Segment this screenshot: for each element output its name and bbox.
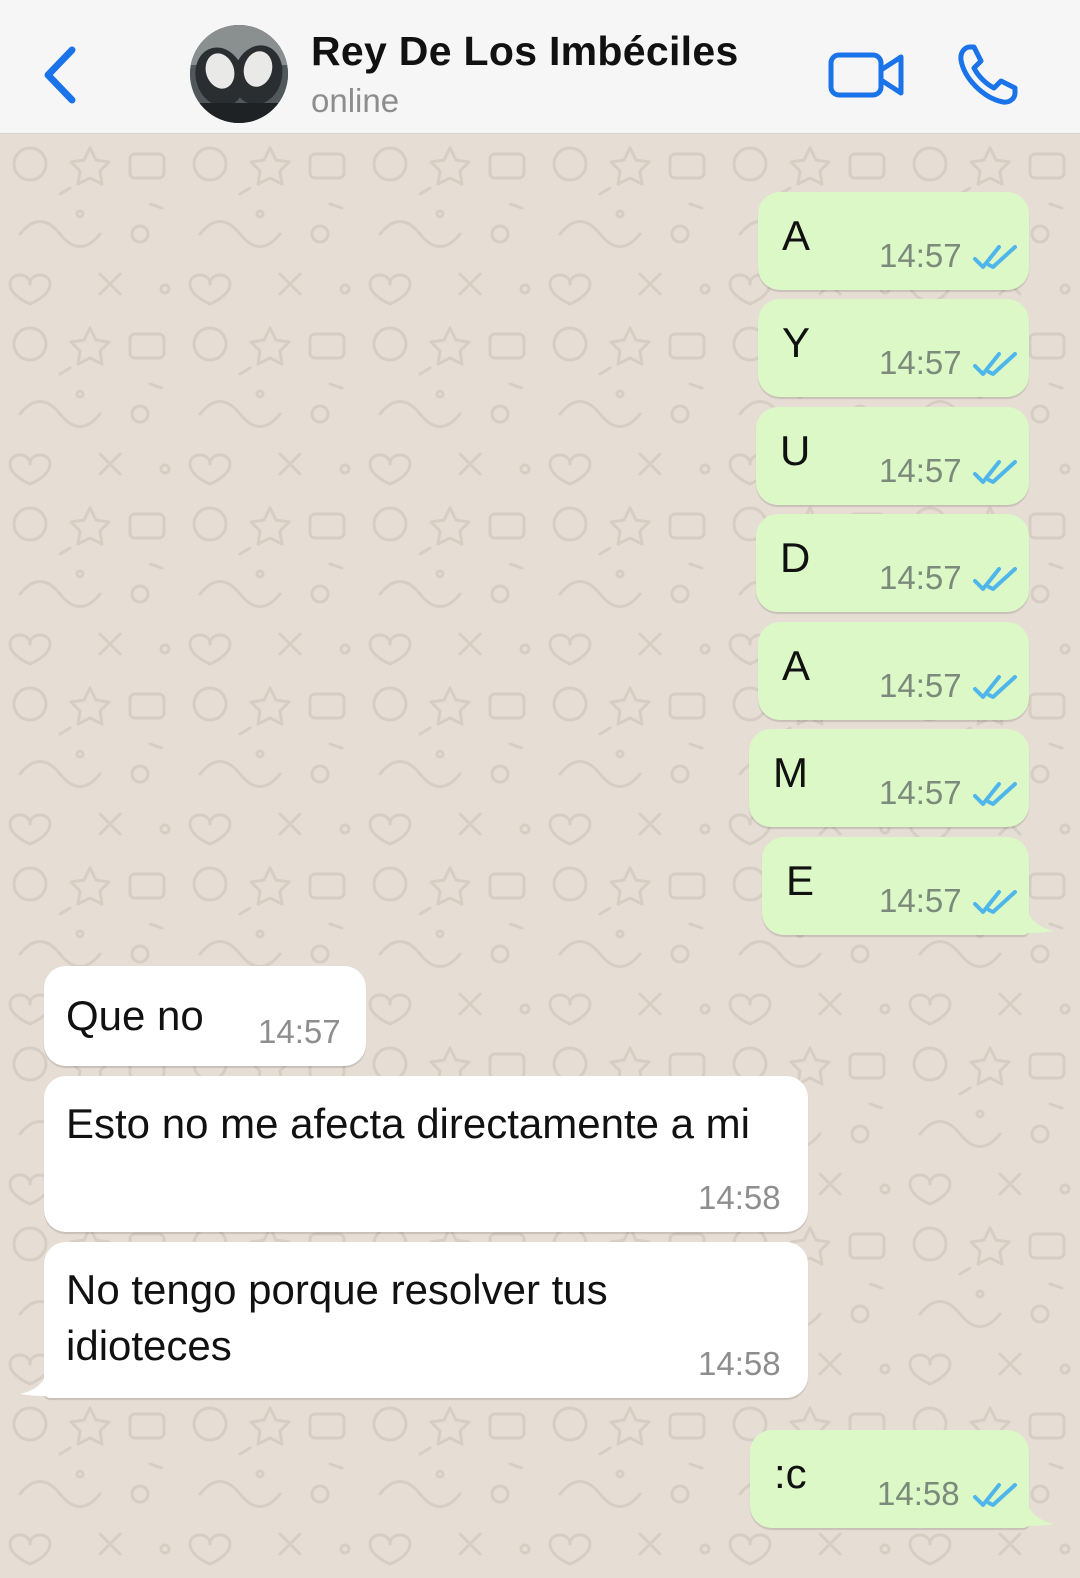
message-bubble-incoming[interactable]: No tengo porque resolver tus idioteces 1… <box>44 1242 808 1398</box>
video-call-button[interactable] <box>828 46 906 104</box>
message-bubble-outgoing[interactable]: D 14:57 <box>756 514 1029 612</box>
read-ticks-icon <box>973 460 1017 484</box>
bubble-tail <box>20 1366 50 1396</box>
read-ticks-icon <box>973 567 1017 591</box>
avatar-photo <box>190 25 288 123</box>
read-ticks-icon <box>973 245 1017 269</box>
message-time: 14:57 <box>879 237 962 274</box>
message-text: U <box>780 427 811 474</box>
bubble-tail <box>1024 903 1054 933</box>
read-ticks-icon <box>973 352 1017 376</box>
message-bubble-incoming[interactable]: Que no 14:57 <box>44 966 366 1066</box>
read-ticks-icon <box>973 782 1017 806</box>
message-time: 14:57 <box>879 559 962 596</box>
bubble-tail <box>1024 1496 1054 1526</box>
message-time: 14:57 <box>879 667 962 704</box>
message-text: Que no <box>66 992 204 1039</box>
message-bubble-outgoing[interactable]: E 14:57 <box>762 837 1029 935</box>
message-text: A <box>782 212 811 259</box>
read-ticks-icon <box>973 675 1017 699</box>
chevron-left-icon <box>44 46 76 104</box>
message-time: 14:57 <box>879 882 962 919</box>
message-bubble-outgoing[interactable]: A 14:57 <box>758 192 1029 290</box>
message-text: :c <box>774 1450 807 1497</box>
message-time: 14:57 <box>258 1013 341 1050</box>
contact-name[interactable]: Rey De Los Imbéciles <box>311 28 739 75</box>
message-time: 14:58 <box>698 1345 781 1382</box>
message-time: 14:57 <box>879 452 962 489</box>
message-bubble-outgoing[interactable]: M 14:57 <box>749 729 1029 827</box>
message-text: A <box>782 642 811 689</box>
message-text: E <box>786 857 815 904</box>
voice-call-button[interactable] <box>956 42 1020 108</box>
contact-status: online <box>311 82 400 119</box>
chat-area[interactable]: A 14:57 Y 14:57 U 14:57 D 14:57 A 14:57 <box>0 134 1080 1578</box>
message-text: D <box>780 534 811 581</box>
back-button[interactable] <box>38 40 88 110</box>
message-time: 14:58 <box>698 1179 781 1216</box>
message-text: No tengo porque resolver tus idioteces <box>66 1266 608 1369</box>
read-ticks-icon <box>973 1483 1017 1507</box>
message-time: 14:57 <box>879 774 962 811</box>
message-text: Esto no me afecta directamente a mi <box>66 1100 750 1147</box>
phone-icon <box>958 44 1018 105</box>
message-text: Y <box>782 319 811 366</box>
message-time: 14:58 <box>877 1475 960 1512</box>
message-bubble-incoming[interactable]: Esto no me afecta directamente a mi 14:5… <box>44 1076 808 1232</box>
message-time: 14:57 <box>879 344 962 381</box>
video-camera-icon <box>828 52 904 98</box>
message-bubble-outgoing[interactable]: :c 14:58 <box>750 1430 1029 1528</box>
message-bubble-outgoing[interactable]: Y 14:57 <box>758 299 1029 397</box>
read-ticks-icon <box>973 890 1017 914</box>
message-text: M <box>773 749 808 796</box>
contact-avatar[interactable] <box>190 25 288 123</box>
message-bubble-outgoing[interactable]: A 14:57 <box>758 622 1029 720</box>
message-bubble-outgoing[interactable]: U 14:57 <box>756 407 1029 505</box>
chat-header: Rey De Los Imbéciles online <box>0 0 1080 134</box>
